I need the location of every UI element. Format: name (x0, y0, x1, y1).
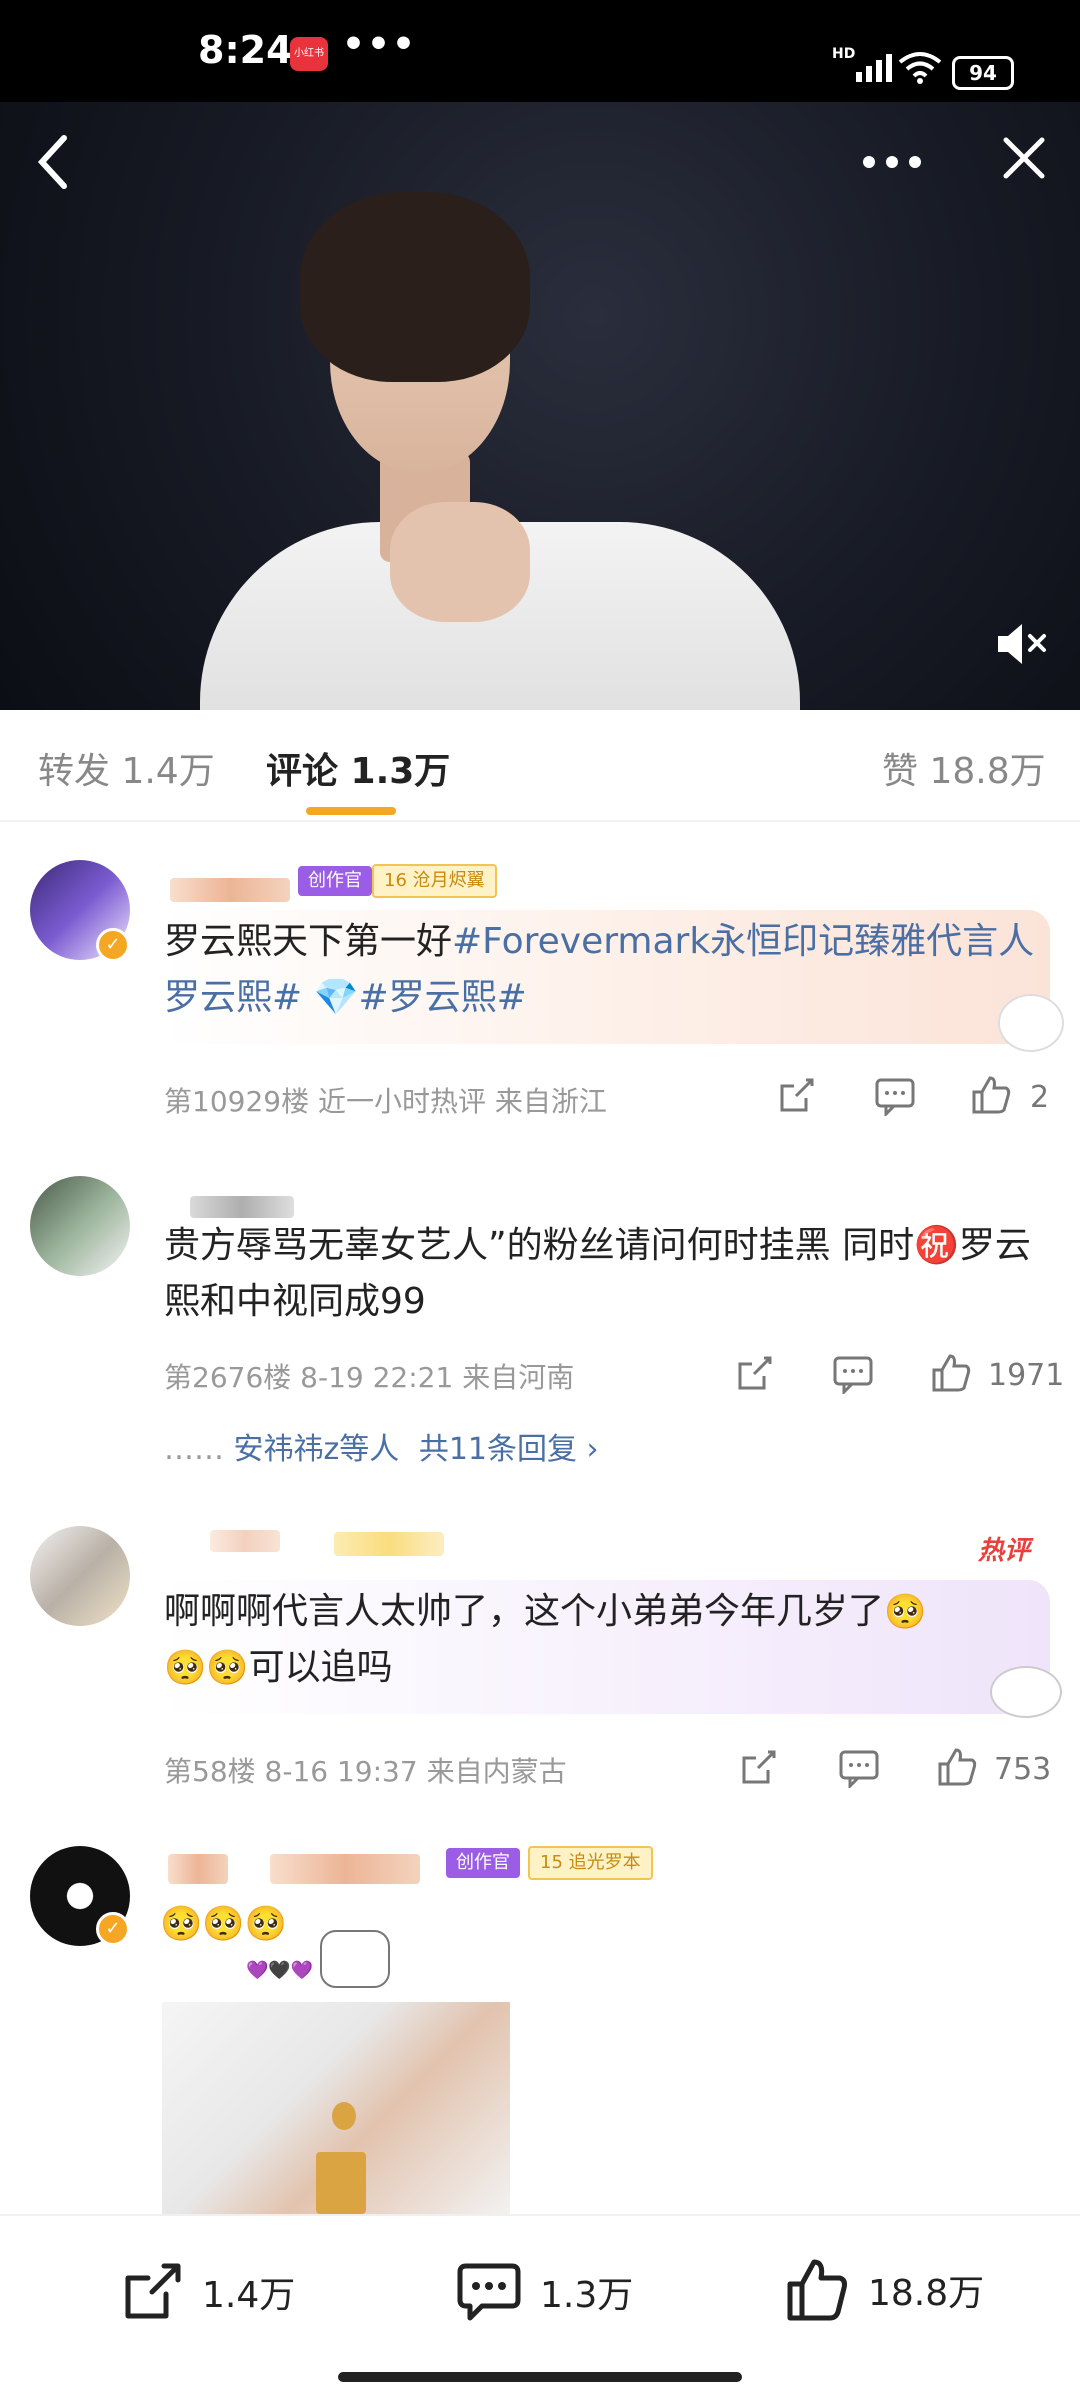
sticker-icon (998, 994, 1064, 1052)
fan-badge: 15 追光罗本 (528, 1846, 653, 1880)
battery-icon: 94 (952, 56, 1014, 90)
tab-active-indicator (306, 807, 396, 815)
fan-badge-level: 15 (540, 1852, 563, 1873)
comment-count: 1.3万 (540, 2275, 634, 2316)
comment-meta: 第10929楼 近一小时热评 来自浙江 (164, 1085, 607, 1118)
comment-meta: 第58楼 8-16 19:37 来自内蒙古 (164, 1755, 567, 1788)
necklace-pendant-icon (332, 2102, 356, 2130)
repost-button[interactable]: 1.4万 (120, 2260, 295, 2324)
wifi-icon (898, 50, 942, 88)
video-player[interactable] (0, 102, 1080, 710)
thumbs-up-icon (787, 2259, 847, 2321)
app-notification-icon: 小红书 (290, 37, 328, 71)
home-indicator[interactable] (338, 2372, 742, 2382)
username-blurred[interactable] (190, 1196, 294, 1218)
share-icon[interactable] (738, 1748, 778, 1797)
avatar[interactable] (30, 1526, 130, 1626)
necklace-tag-icon (316, 2152, 366, 2214)
like-icon[interactable] (936, 1746, 978, 1797)
divider (0, 820, 1080, 822)
username-blurred[interactable] (210, 1530, 280, 1552)
like-count: 753 (994, 1752, 1052, 1787)
fan-badge: 16 沧月烬翼 (372, 864, 497, 898)
like-count: 2 (1030, 1080, 1050, 1115)
share-icon[interactable] (776, 1076, 816, 1125)
username-blurred[interactable] (168, 1854, 228, 1884)
comment-text-end: 可以追吗 (248, 1647, 393, 1688)
comment-icon[interactable] (874, 1076, 916, 1125)
comment-tabs: 转发 1.4万 评论 1.3万 赞 18.8万 (0, 710, 1080, 820)
diamond-icon: 💎 (313, 977, 359, 1018)
replies-prefix: …… (164, 1432, 224, 1467)
crying-emoji-icon: 🥺🥺 (164, 1648, 249, 1688)
video-frame-hair (300, 192, 530, 382)
avatar[interactable] (30, 1176, 130, 1276)
signal-bars-icon (856, 52, 896, 86)
replies-link[interactable]: …… 安祎祎z等人 共11条回复 › (164, 1424, 599, 1468)
comment-text: 贵方辱骂无辜女艺人”的粉丝请问何时挂黑 同时㊗️罗云熙和中视同成99 (164, 1225, 1031, 1322)
share-icon[interactable] (734, 1354, 774, 1403)
tab-likes[interactable]: 赞 18.8万 (882, 742, 1046, 794)
more-options-icon[interactable] (862, 154, 922, 173)
username-blurred[interactable] (334, 1532, 444, 1556)
comment-button[interactable]: 1.3万 (456, 2260, 633, 2324)
fan-badge-level: 16 (384, 870, 407, 891)
username-blurred[interactable] (170, 878, 290, 902)
username-blurred[interactable] (270, 1854, 420, 1884)
creator-badge: 创作官 (298, 866, 372, 896)
hot-comment-tag: 热评 (978, 1536, 1031, 1566)
like-count: 18.8万 (868, 2273, 985, 2314)
close-icon[interactable] (1002, 136, 1046, 184)
comment-meta: 第2676楼 8-19 22:21 来自河南 (164, 1361, 575, 1394)
comment-icon[interactable] (838, 1748, 880, 1797)
verified-badge-icon: ✓ (96, 928, 130, 962)
hearts-icon: 💜🖤💜 (246, 1960, 314, 1981)
crying-emoji-icon: 🥺🥺🥺 (160, 1904, 288, 1944)
crying-emoji-icon: 🥺 (884, 1592, 927, 1632)
fan-badge-label: 沧月烬翼 (412, 870, 485, 891)
replies-count: 共11条回复 › (418, 1432, 599, 1467)
verified-badge-icon: ✓ (96, 1912, 130, 1946)
status-bar: 8:24 小红书 ••• HD 94 (0, 0, 1080, 102)
repost-icon (125, 2263, 181, 2319)
like-icon[interactable] (930, 1352, 972, 1403)
signal-hd-icon: HD (832, 46, 856, 62)
comment-text: 啊啊啊代言人太帅了，这个小弟弟今年几岁了🥺 🥺🥺可以追吗 (164, 1584, 1044, 1696)
comment-image[interactable] (162, 2002, 510, 2214)
comment-icon[interactable] (832, 1354, 874, 1403)
fan-badge-label: 追光罗本 (568, 1852, 641, 1873)
hashtag-link[interactable]: #罗云熙# (358, 977, 526, 1018)
bunny-sticker-icon (320, 1930, 390, 1988)
like-count: 1971 (988, 1358, 1065, 1393)
comment-text: 罗云熙天下第一好#Forevermark永恒印记臻雅代言人罗云熙# 💎#罗云熙# (164, 914, 1044, 1026)
status-time: 8:24 (198, 28, 293, 72)
repost-count: 1.4万 (202, 2275, 296, 2316)
comment-bubble-icon (457, 2263, 521, 2321)
back-icon[interactable] (34, 132, 74, 196)
tab-repost[interactable]: 转发 1.4万 (38, 742, 215, 794)
creator-badge: 创作官 (446, 1848, 520, 1878)
comment-text-body: 罗云熙天下第一好 (164, 921, 453, 962)
like-icon[interactable] (970, 1074, 1012, 1125)
like-button[interactable]: 18.8万 (784, 2256, 984, 2324)
mute-icon[interactable] (996, 622, 1048, 670)
tab-comments[interactable]: 评论 1.3万 (266, 742, 450, 794)
sticker-icon (990, 1666, 1062, 1718)
replies-user: 安祎祎z等人 (233, 1432, 400, 1467)
comment-text-body: 啊啊啊代言人太帅了，这个小弟弟今年几岁了 (164, 1591, 885, 1632)
status-more-icon: ••• (342, 24, 418, 65)
video-frame-hand (390, 502, 530, 622)
